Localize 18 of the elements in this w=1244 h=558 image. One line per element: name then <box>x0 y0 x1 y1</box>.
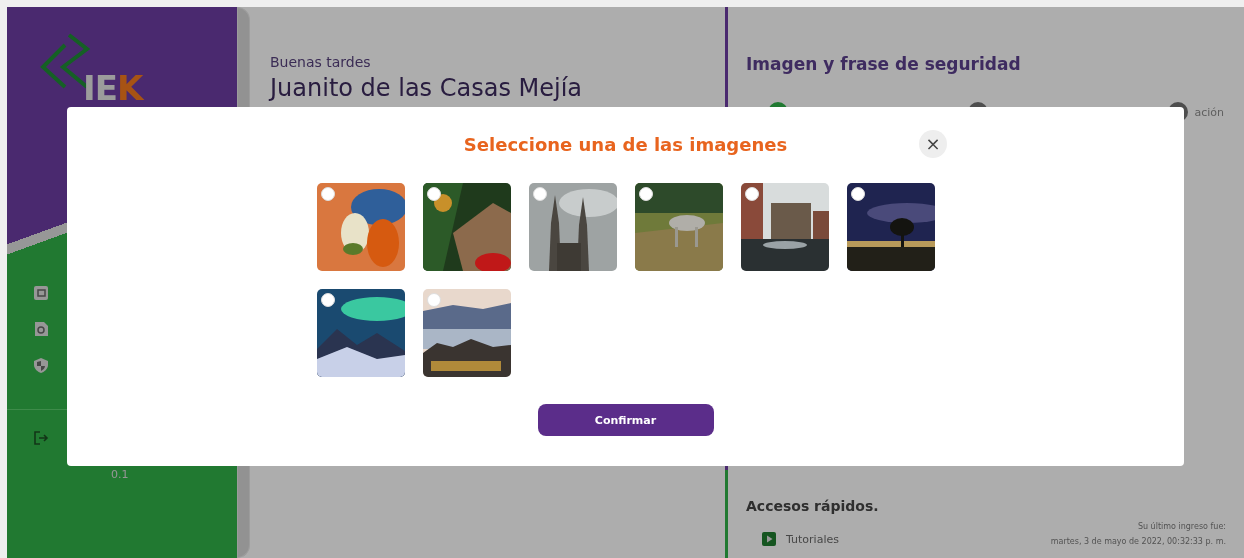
play-icon[interactable] <box>762 532 776 546</box>
logout-icon[interactable] <box>33 430 49 446</box>
logo: IEK <box>83 73 143 103</box>
greeting-text: Buenas tardes <box>270 54 372 70</box>
last-login-date: martes, 3 de mayo de 2022, 00:32:33 p. m. <box>1050 537 1226 546</box>
quick-link[interactable]: Tutoriales <box>786 532 839 546</box>
last-login-label: Su último ingreso fue: <box>1137 522 1226 531</box>
document-search-icon[interactable] <box>33 321 49 337</box>
close-button[interactable]: × <box>919 130 948 158</box>
shield-icon[interactable] <box>33 357 49 373</box>
step-label: ación <box>1194 105 1224 119</box>
section-title: Accesos rápidos. <box>746 498 880 514</box>
dialog-title: Seleccione una de las imagenes <box>463 133 788 155</box>
version-label: 0.1 <box>110 467 130 481</box>
wallet-icon[interactable] <box>33 285 49 301</box>
user-name: Juanito de las Casas Mejía <box>270 74 584 102</box>
confirm-button[interactable]: Confirmar <box>537 404 714 436</box>
panel-title: Imagen y frase de seguridad <box>746 54 1022 74</box>
